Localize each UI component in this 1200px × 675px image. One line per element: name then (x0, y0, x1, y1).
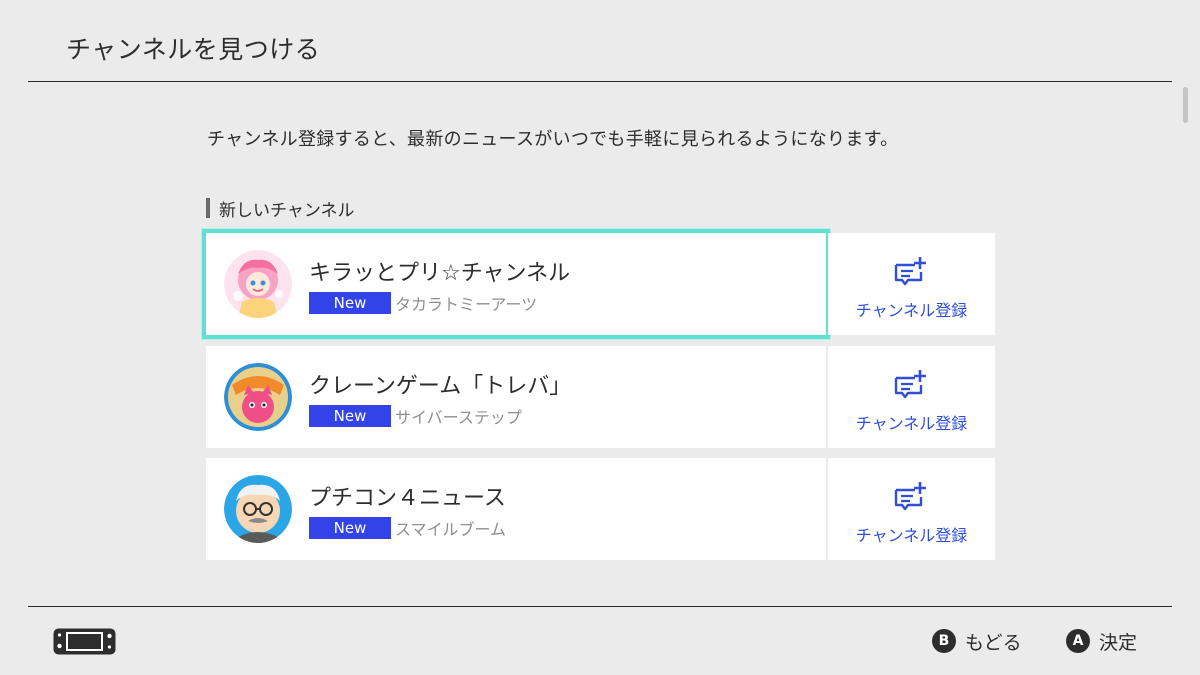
channel-avatar (224, 475, 292, 543)
intro-text: チャンネル登録すると、最新のニュースがいつでも手軽に見られるようになります。 (207, 129, 899, 150)
channel-publisher: スマイルブーム (395, 520, 507, 539)
back-label: もどる (965, 631, 1022, 654)
channel-card[interactable]: クレーンゲーム「トレバ」 New サイバーステップ (206, 346, 826, 448)
channel-publisher: タカラトミーアーツ (395, 295, 538, 314)
subscribe-button[interactable]: チャンネル登録 (828, 458, 995, 560)
add-channel-icon (894, 370, 926, 399)
subscribe-label: チャンネル登録 (855, 414, 968, 433)
channel-avatar (224, 363, 292, 431)
new-badge: New (309, 405, 391, 427)
header-divider (28, 81, 1172, 82)
find-channels-screen: チャンネルを見つける チャンネル登録すると、最新のニュースがいつでも手軽に見られ… (0, 0, 1200, 675)
new-badge: New (309, 292, 391, 314)
back-button[interactable]: B もどる (932, 627, 1022, 655)
new-badge: New (309, 517, 391, 539)
add-channel-icon (894, 482, 926, 511)
section-heading: 新しいチャンネル (206, 197, 355, 221)
channel-meta: New サイバーステップ (309, 404, 522, 428)
channel-meta: New タカラトミーアーツ (309, 291, 537, 315)
channel-avatar (224, 250, 292, 318)
channel-meta: New スマイルブーム (309, 516, 506, 540)
channel-card[interactable]: キラッとプリ☆チャンネル New タカラトミーアーツ (202, 229, 830, 339)
handheld-console-icon (53, 628, 116, 655)
channel-card[interactable]: プチコン４ニュース New スマイルブーム (206, 458, 826, 560)
confirm-button[interactable]: A 決定 (1066, 627, 1137, 655)
channel-publisher: サイバーステップ (395, 408, 522, 427)
page-title: チャンネルを見つける (66, 35, 321, 64)
channel-name: キラッとプリ☆チャンネル (309, 261, 571, 286)
subscribe-button[interactable]: チャンネル登録 (828, 233, 995, 335)
footer-divider (28, 606, 1172, 607)
section-label: 新しいチャンネル (219, 200, 355, 221)
confirm-label: 決定 (1099, 631, 1138, 654)
channel-name: クレーンゲーム「トレバ」 (309, 374, 572, 399)
channel-name: プチコン４ニュース (309, 486, 506, 511)
subscribe-label: チャンネル登録 (855, 526, 968, 545)
a-button-icon: A (1066, 629, 1090, 653)
add-channel-icon (894, 257, 926, 286)
subscribe-label: チャンネル登録 (855, 301, 968, 320)
b-button-icon: B (932, 629, 956, 653)
subscribe-button[interactable]: チャンネル登録 (828, 346, 995, 448)
scrollbar[interactable] (1183, 87, 1188, 123)
section-marker (206, 198, 210, 218)
